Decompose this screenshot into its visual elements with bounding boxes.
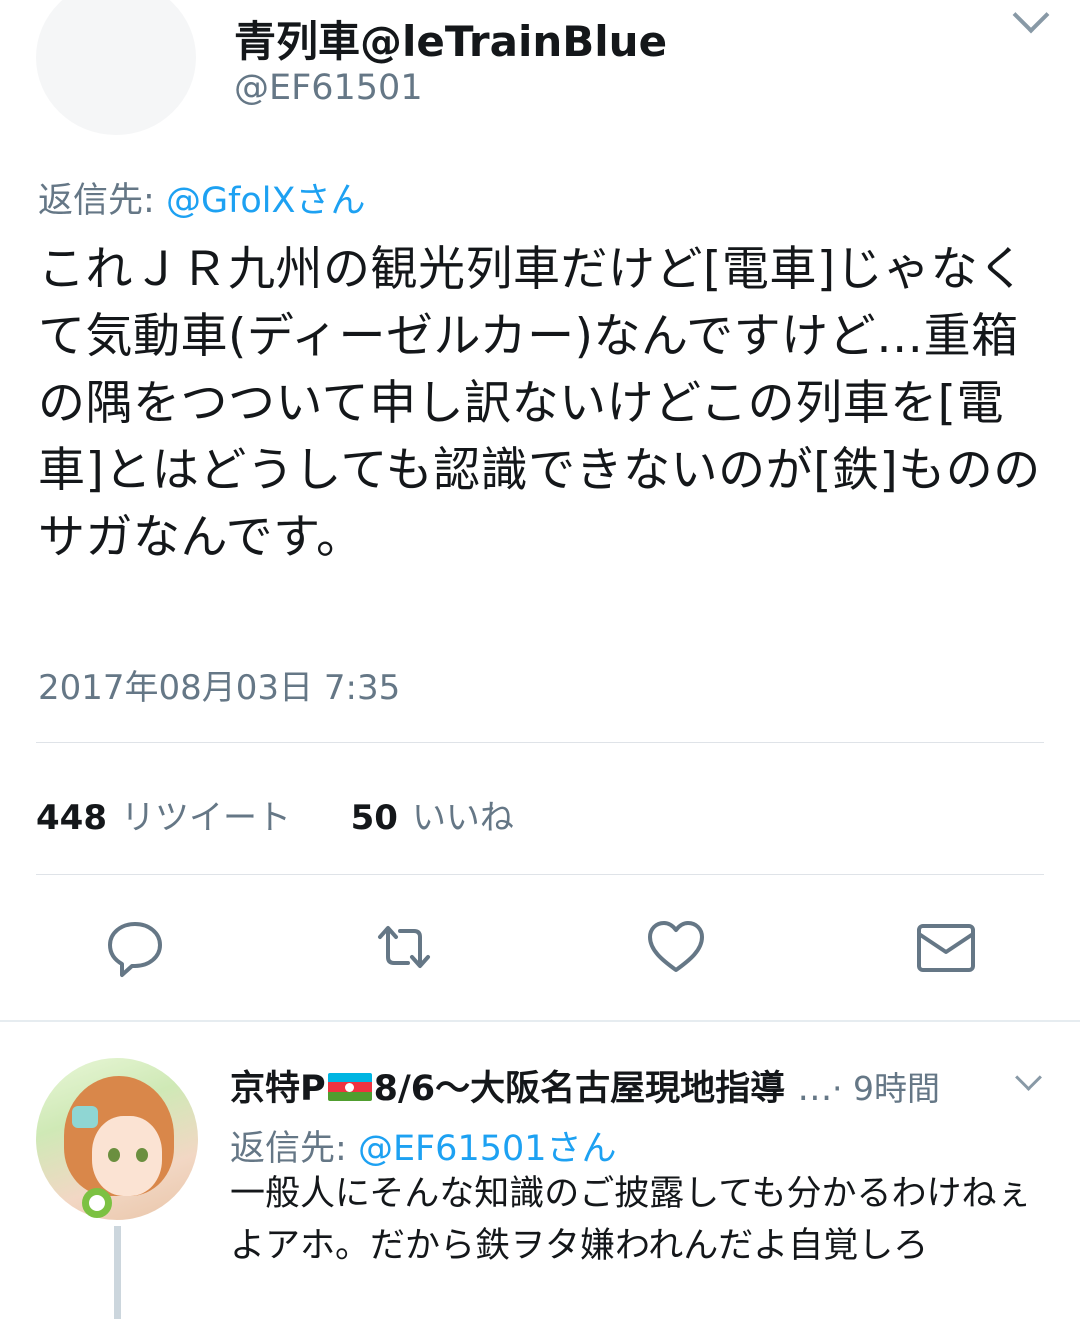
reply-relative-time[interactable]: · 9時間 xyxy=(832,1062,940,1110)
tweet-detail-screen: 青列車@leTrainBlue @EF61501 返信先: @GfolXさん こ… xyxy=(0,0,1080,1319)
reply-name-suffix: 8/6〜大阪名古屋現地指導 xyxy=(373,1069,786,1109)
reply-name-prefix: 京特P xyxy=(230,1069,326,1109)
like-icon[interactable] xyxy=(644,915,708,979)
name-ellipsis: … xyxy=(797,1069,833,1109)
divider xyxy=(36,874,1044,875)
reply-reply-to-mention[interactable]: @EF61501さん xyxy=(358,1129,617,1169)
reply-reply-to-line: 返信先: @EF61501さん xyxy=(230,1120,617,1171)
tweet-timestamp: 2017年08月03日 7:35 xyxy=(38,668,401,708)
author-display-name[interactable]: 青列車@leTrainBlue xyxy=(234,8,667,69)
tweet-action-bar xyxy=(0,915,1080,979)
author-handle[interactable]: @EF61501 xyxy=(234,68,423,108)
reply-icon[interactable] xyxy=(103,915,167,979)
like-label: いいね xyxy=(411,798,514,838)
thread-connector-line xyxy=(114,1226,121,1319)
reply-to-line: 返信先: @GfolXさん xyxy=(38,172,366,223)
reply-to-mention[interactable]: @GfolXさん xyxy=(166,181,366,221)
reply-to-label: 返信先: xyxy=(38,181,155,221)
section-divider xyxy=(0,1020,1080,1022)
divider xyxy=(36,742,1044,743)
reply-tweet-text: 一般人にそんな知識のご披露しても分かるわけねぇよアホ。だから鉄ヲタ嫌われんだよ自… xyxy=(230,1174,1032,1266)
tweet-text: これＪＲ九州の観光列車だけど[電車]じゃなくて気動車(ディーゼルカー)なんですけ… xyxy=(38,242,1041,565)
like-count: 50 xyxy=(350,798,398,838)
retweet-count-link[interactable]: 448 リツイート xyxy=(36,798,302,838)
reply-author-display-name[interactable]: 京特P 8/6〜大阪名古屋現地指導 … xyxy=(230,1060,832,1111)
online-status-icon xyxy=(82,1188,112,1218)
retweet-label: リツイート xyxy=(120,798,291,838)
retweet-count: 448 xyxy=(36,798,107,838)
chevron-down-icon[interactable] xyxy=(1012,0,1050,34)
like-count-link[interactable]: 50 いいね xyxy=(351,798,514,838)
chevron-down-icon[interactable] xyxy=(1015,1064,1042,1091)
direct-message-icon[interactable] xyxy=(914,915,978,979)
reply-author-avatar[interactable] xyxy=(36,1058,198,1220)
reply-reply-to-label: 返信先: xyxy=(230,1129,347,1169)
retweet-icon[interactable] xyxy=(372,915,436,979)
author-avatar[interactable] xyxy=(36,0,196,135)
engagement-stats: 448 リツイート 50 いいね xyxy=(36,790,514,839)
azerbaijan-flag-icon xyxy=(327,1073,372,1101)
